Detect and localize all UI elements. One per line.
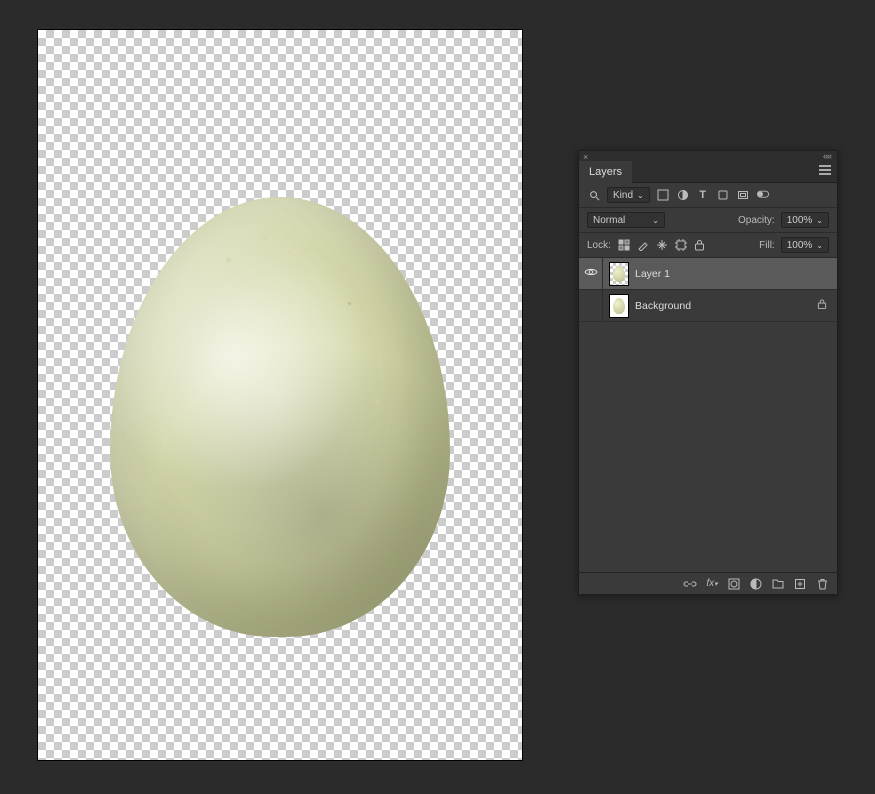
chevron-down-icon: ⌄ (637, 191, 644, 200)
canvas-content-egg (110, 197, 450, 637)
filter-shape-icon[interactable] (716, 188, 730, 202)
layer-name-label: Layer 1 (635, 268, 670, 280)
chevron-down-icon: ⌄ (652, 216, 659, 225)
layer-row[interactable]: Background (579, 290, 837, 322)
opacity-label: Opacity: (738, 215, 775, 226)
blend-mode-dropdown[interactable]: Normal ⌄ (587, 212, 665, 228)
fill-value: 100% (787, 240, 813, 251)
opacity-dropdown[interactable]: 100% ⌄ (781, 212, 829, 228)
new-layer-icon[interactable] (793, 577, 807, 591)
panel-menu-icon[interactable] (819, 165, 831, 175)
filter-smart-icon[interactable] (736, 188, 750, 202)
panel-footer: fx▾ (579, 572, 837, 594)
filter-toggle-icon[interactable] (756, 188, 770, 202)
opacity-value: 100% (787, 215, 813, 226)
group-icon[interactable] (771, 577, 785, 591)
lock-position-icon[interactable] (655, 238, 669, 252)
lock-row: Lock: Fill: 100% ⌄ (579, 233, 837, 258)
layer-name-label: Background (635, 300, 691, 312)
layer-list: Layer 1 Background (579, 258, 837, 572)
blend-mode-value: Normal (593, 215, 625, 226)
blend-row: Normal ⌄ Opacity: 100% ⌄ (579, 208, 837, 233)
visibility-toggle[interactable] (579, 258, 603, 289)
filter-kind-dropdown[interactable]: Kind ⌄ (607, 187, 650, 203)
layer-thumbnail[interactable] (609, 294, 629, 318)
visibility-toggle[interactable] (579, 290, 603, 321)
filter-type-icon[interactable]: T (696, 188, 710, 202)
transparency-grid (38, 30, 522, 760)
filter-kind-label: Kind (613, 190, 633, 201)
search-icon[interactable] (587, 188, 601, 202)
lock-label: Lock: (587, 240, 611, 251)
fill-dropdown[interactable]: 100% ⌄ (781, 237, 829, 253)
lock-transparency-icon[interactable] (617, 238, 631, 252)
lock-icon (817, 298, 827, 313)
filter-adjustment-icon[interactable] (676, 188, 690, 202)
lock-pixels-icon[interactable] (636, 238, 650, 252)
filter-pixel-icon[interactable] (656, 188, 670, 202)
chevron-down-icon: ⌄ (816, 241, 823, 250)
tab-layers[interactable]: Layers (579, 161, 632, 183)
document-canvas[interactable] (38, 30, 522, 760)
adjustment-layer-icon[interactable] (749, 577, 763, 591)
layer-row[interactable]: Layer 1 (579, 258, 837, 290)
layer-mask-icon[interactable] (727, 577, 741, 591)
lock-artboard-icon[interactable] (674, 238, 688, 252)
lock-all-icon[interactable] (693, 238, 707, 252)
panel-topbar: × «« (579, 151, 837, 161)
eye-icon (584, 267, 598, 280)
fill-label: Fill: (759, 240, 775, 251)
chevron-down-icon: ⌄ (816, 216, 823, 225)
panel-tabs: Layers (579, 161, 837, 183)
layers-panel: × «« Layers Kind ⌄ T (578, 150, 838, 595)
layer-thumbnail[interactable] (609, 262, 629, 286)
layer-filter-row: Kind ⌄ T (579, 183, 837, 208)
layer-style-icon[interactable]: fx▾ (705, 577, 719, 591)
collapse-icon[interactable]: «« (823, 151, 831, 161)
delete-layer-icon[interactable] (815, 577, 829, 591)
link-layers-icon[interactable] (683, 577, 697, 591)
